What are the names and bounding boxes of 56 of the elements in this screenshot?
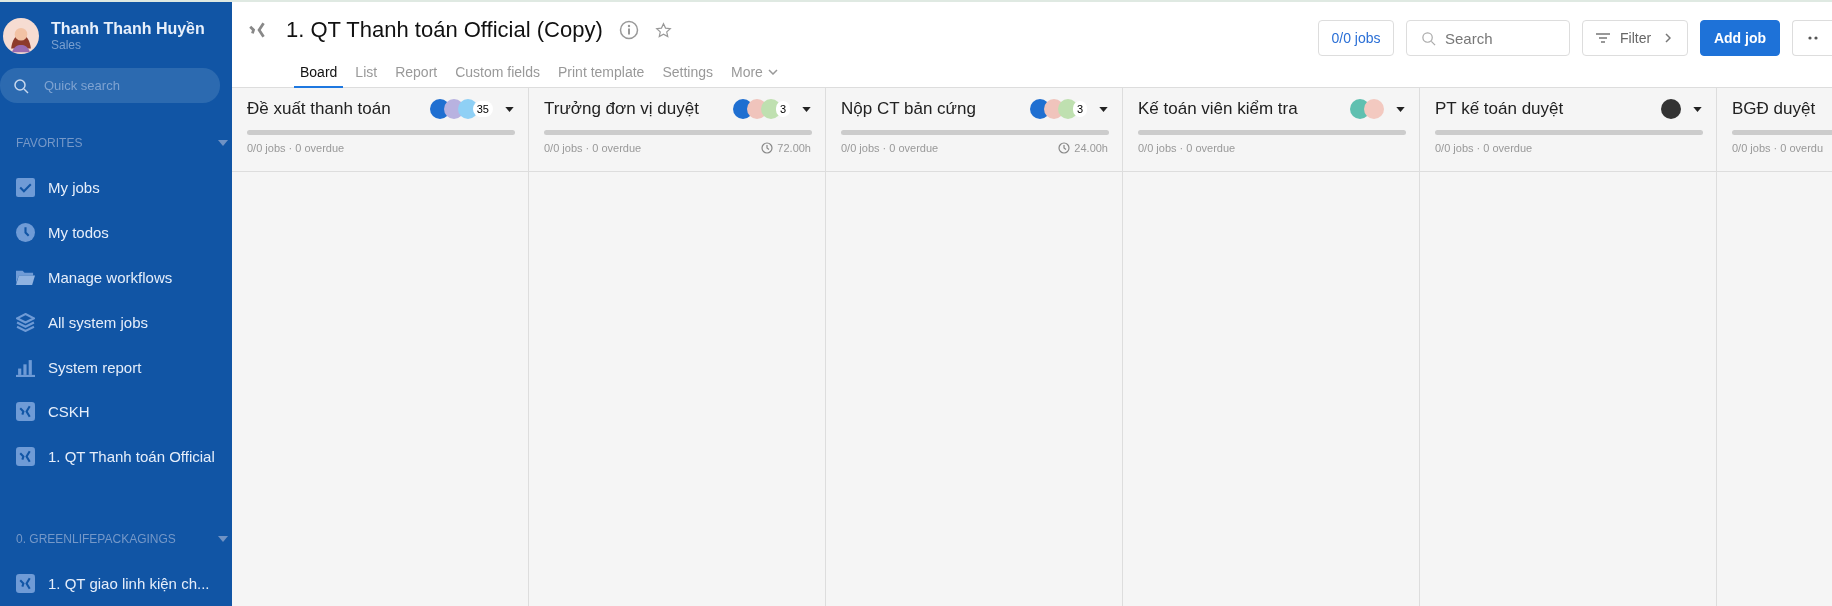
column-title: PT kế toán duyệt bbox=[1435, 99, 1565, 119]
column-title: Kế toán viên kiểm tra bbox=[1138, 99, 1299, 119]
tab[interactable]: Board bbox=[294, 58, 344, 88]
sidebar-item[interactable]: My todos bbox=[0, 209, 232, 255]
sidebar-item[interactable]: All system jobs bbox=[0, 299, 232, 345]
clock-icon bbox=[16, 222, 35, 242]
sidebar-item[interactable]: My jobs bbox=[0, 164, 232, 210]
board-title: 1. QT Thanh toán Official (Copy) bbox=[286, 17, 603, 43]
clock-icon bbox=[761, 142, 774, 154]
jobs-count-button[interactable]: 0/0 jobs bbox=[1318, 20, 1394, 56]
quick-search-field[interactable]: Quick search bbox=[0, 68, 220, 103]
star-icon[interactable] bbox=[654, 21, 672, 39]
chevron-right-icon bbox=[1665, 33, 1672, 43]
chevron-down-icon bbox=[767, 69, 778, 75]
workflow-icon bbox=[16, 402, 35, 422]
info-icon[interactable] bbox=[618, 20, 639, 40]
filter-button[interactable]: Filter bbox=[1582, 20, 1688, 56]
column-title: Trưởng đơn vị duyệt bbox=[544, 99, 700, 119]
caret-icon[interactable] bbox=[1099, 106, 1108, 112]
search-field[interactable]: Search bbox=[1406, 20, 1570, 56]
column-stats: 0/0 jobs · 0 overdue bbox=[1435, 142, 1533, 154]
column-stats: 0/0 jobs · 0 overdue bbox=[247, 142, 345, 154]
layers-icon bbox=[16, 312, 35, 332]
column-title: Nộp CT bản cứng bbox=[841, 99, 977, 119]
user-name: Thanh Thanh Huyền bbox=[51, 20, 205, 38]
checkbox-icon bbox=[16, 177, 35, 197]
caret-icon[interactable] bbox=[1396, 106, 1405, 112]
filter-icon bbox=[1596, 33, 1610, 43]
more-icon bbox=[1807, 36, 1818, 40]
search-icon bbox=[1421, 31, 1436, 46]
clock-icon bbox=[1058, 142, 1071, 154]
column-title: Đề xuất thanh toán bbox=[247, 99, 392, 119]
section-title: FAVORITES bbox=[16, 135, 83, 150]
add-job-button[interactable]: Add job bbox=[1700, 20, 1780, 56]
sidebar-item[interactable]: 1. QT Thanh toán Official bbox=[0, 434, 232, 480]
sidebar-item[interactable]: System report bbox=[0, 344, 232, 390]
duration: 24.00h bbox=[1074, 142, 1108, 154]
user-avatar[interactable] bbox=[3, 18, 39, 54]
duration: 72.00h bbox=[777, 142, 811, 154]
caret-icon[interactable] bbox=[505, 106, 514, 112]
caret-icon[interactable] bbox=[1693, 106, 1702, 112]
workflow-icon bbox=[16, 447, 35, 467]
section-title: 0. GREENLIFEPACKAGINGS bbox=[16, 532, 176, 547]
user-role: Sales bbox=[51, 38, 83, 52]
caret-icon[interactable] bbox=[802, 106, 811, 112]
search-icon bbox=[13, 78, 29, 94]
bar-chart-icon bbox=[16, 357, 35, 377]
workflow-icon bbox=[16, 574, 35, 594]
sidebar-item[interactable]: Manage workflows bbox=[0, 254, 232, 300]
sidebar-item[interactable]: 1. QT giao linh kiện ch... bbox=[0, 561, 232, 606]
column-stats: 0/0 jobs · 0 overdue bbox=[841, 142, 939, 154]
column-stats: 0/0 jobs · 0 overdu bbox=[1732, 142, 1824, 154]
column-stats: 0/0 jobs · 0 overdue bbox=[1138, 142, 1236, 154]
sidebar-item[interactable]: CSKH bbox=[0, 389, 232, 435]
column-stats: 0/0 jobs · 0 overdue bbox=[544, 142, 642, 154]
column-title: BGĐ duyệt bbox=[1732, 99, 1817, 119]
